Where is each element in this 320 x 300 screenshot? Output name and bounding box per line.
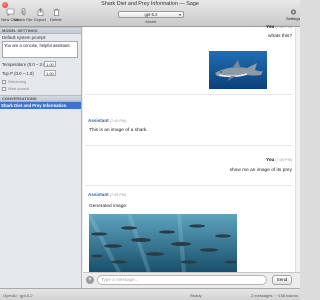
temperature-input[interactable]: 1.00 — [44, 61, 56, 67]
streaming-label: Streaming — [8, 79, 27, 84]
chat-scrollbar[interactable] — [295, 27, 300, 272]
message-text: Generated image: — [89, 204, 128, 209]
message-divider — [85, 145, 293, 146]
status-provider: OpenAI · gpt-5.2 — [3, 293, 33, 298]
titlebar: Shark Diet and Prey Information — Sage N… — [0, 0, 300, 27]
checkbox-box — [2, 86, 6, 91]
streaming-checkbox[interactable]: Streaming — [0, 79, 81, 85]
message-time: (7:49 PM) — [109, 193, 127, 197]
message-input[interactable]: Type a message... — [97, 275, 267, 285]
model-settings-header: MODEL SETTINGS — [0, 27, 81, 34]
message-sender: Assistant(7:49 PM) — [88, 192, 126, 197]
message-text: show me an image of its prey — [229, 168, 292, 173]
gear-icon — [290, 9, 296, 15]
message-sender: You(7:49 PM) — [266, 157, 292, 162]
fish-image — [89, 214, 237, 272]
message-divider — [85, 185, 293, 186]
top-p-label: Top P (0.0 – 1.0) — [2, 71, 34, 76]
sender-name: Assistant — [88, 118, 109, 123]
fish-school-image[interactable] — [89, 214, 237, 272]
chevron-down-icon: ▾ — [178, 12, 181, 17]
add-attachment-button[interactable]: + — [86, 276, 94, 284]
system-prompt-label: Default system prompt: — [2, 35, 47, 40]
composer-bar: + Type a message... Send — [83, 272, 300, 288]
message-time: (7:49 PM) — [109, 119, 127, 123]
model-select[interactable]: gpt-5.2 ▾ — [118, 11, 184, 18]
window-title: Shark Diet and Prey Information — Sage — [101, 1, 199, 7]
checkbox-box — [2, 79, 6, 84]
settings-label: Settings — [286, 16, 300, 21]
delete-label: Delete — [50, 17, 62, 22]
chat-transcript: You(7:49 PM) whats this? Assistant(7:49 … — [83, 24, 300, 272]
temperature-label: Temperature (0.0 – 2.0) — [2, 62, 47, 67]
sender-name: Assistant — [88, 192, 109, 197]
message-sender: Assistant(7:49 PM) — [88, 118, 126, 123]
conversation-item[interactable]: Shark Diet and Prey Information — [0, 102, 81, 109]
sidebar: MODEL SETTINGS Default system prompt: Yo… — [0, 27, 82, 288]
status-summary: 2 messages · ~158 tokens — [250, 293, 298, 298]
app-window: Shark Diet and Prey Information — Sage N… — [0, 0, 300, 300]
message-time: (7:49 PM) — [275, 25, 292, 29]
message-text: This is an image of a shark. — [89, 128, 148, 133]
shark-photo[interactable] — [209, 51, 267, 89]
trash-icon — [53, 8, 59, 16]
sender-name: You — [265, 157, 275, 162]
message-sender: You(7:49 PM) — [266, 24, 292, 29]
export-icon — [37, 8, 43, 16]
send-button[interactable]: Send — [272, 275, 292, 285]
sender-name: You — [265, 24, 275, 29]
message-text: whats this? — [268, 34, 292, 39]
top-p-input[interactable]: 1.00 — [44, 70, 56, 76]
system-prompt-field[interactable]: You are a concise, helpful assistant. — [2, 41, 78, 58]
shark-image — [209, 51, 267, 89]
paperclip-icon — [21, 8, 25, 16]
message-divider — [85, 94, 293, 95]
message-time: (7:49 PM) — [275, 158, 292, 162]
model-value: gpt-5.2 — [144, 12, 158, 17]
model-label: Model — [145, 19, 157, 24]
top-p-row: Top P (0.0 – 1.0) 1.00 — [0, 70, 81, 78]
web-search-checkbox[interactable]: Web search — [0, 86, 81, 92]
temperature-row: Temperature (0.0 – 2.0) 1.00 — [0, 61, 81, 69]
status-bar: OpenAI · gpt-5.2 Ready 2 messages · ~158… — [0, 288, 300, 300]
delete-button[interactable]: Delete — [46, 8, 66, 22]
status-state: Ready — [190, 293, 202, 298]
web-search-label: Web search — [8, 86, 30, 91]
settings-button[interactable]: Settings — [286, 8, 300, 21]
conversations-header: CONVERSATIONS — [0, 95, 81, 102]
